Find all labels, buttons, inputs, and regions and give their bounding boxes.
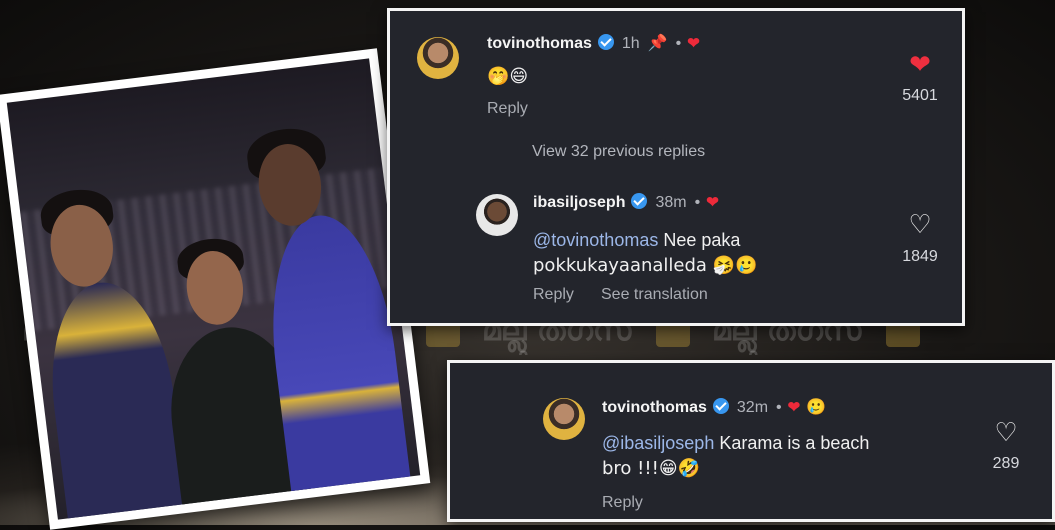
avatar[interactable] <box>476 194 518 236</box>
verified-badge-icon <box>597 34 614 50</box>
dot-separator: • <box>694 194 701 211</box>
avatar[interactable] <box>417 37 459 79</box>
comment-text: 🤭😄 <box>487 66 529 87</box>
photo-frame <box>0 48 431 530</box>
timestamp: 32m <box>736 399 769 416</box>
reply-button[interactable]: Reply <box>602 494 643 512</box>
like-count: 5401 <box>902 87 938 104</box>
comments-panel-top: tovinothomas 1h 📌 • ❤ 🤭😄 Reply ❤ 5401 View 3… <box>387 8 965 326</box>
timestamp: 38m <box>655 194 687 211</box>
reply-button[interactable]: Reply <box>487 100 528 118</box>
like-count: 1849 <box>902 248 938 265</box>
comment-header: tovinothomas 1h 📌 • ❤ <box>487 33 700 53</box>
mention-link[interactable]: @ibasiljoseph <box>602 433 714 453</box>
comment-text-part: bro !!!😁🤣 <box>602 458 700 479</box>
comment-text-part: Karama is a beach <box>714 433 870 453</box>
comment-text: @ibasiljoseph Karama is a beach bro !!!😁… <box>602 431 869 481</box>
creator-reaction-icon: 🥲 <box>806 397 827 416</box>
like-heart-outline-icon[interactable]: ♡ <box>890 211 950 237</box>
username[interactable]: tovinothomas <box>602 399 707 416</box>
comment-header: tovinothomas 32m • ❤ 🥲 <box>602 397 826 417</box>
dot-separator: • <box>776 399 782 416</box>
like-heart-outline-icon[interactable]: ♡ <box>976 419 1036 445</box>
like-count: 289 <box>992 455 1020 472</box>
comment-text-part: pokkukayaanalleda 🤧🥲 <box>533 255 758 276</box>
creator-liked-heart-icon: ❤ <box>787 399 801 416</box>
pin-icon: 📌 <box>647 35 668 52</box>
mention-link[interactable]: @tovinothomas <box>533 230 658 250</box>
like-heart-icon[interactable]: ❤ <box>890 51 950 77</box>
timestamp: 1h <box>621 35 640 52</box>
creator-liked-heart-icon: ❤ <box>687 35 700 52</box>
comments-panel-bottom: tovinothomas 32m • ❤ 🥲 @ibasiljoseph Karama … <box>447 360 1055 522</box>
dot-separator: • <box>675 35 682 52</box>
comment-header: ibasiljoseph 38m • ❤ <box>533 193 719 212</box>
photo <box>6 58 421 520</box>
avatar[interactable] <box>543 398 585 440</box>
verified-badge-icon <box>631 193 648 209</box>
username[interactable]: ibasiljoseph <box>533 194 625 211</box>
view-previous-replies-button[interactable]: View 32 previous replies <box>532 143 705 161</box>
username[interactable]: tovinothomas <box>487 35 592 52</box>
reply-button[interactable]: Reply <box>533 286 574 304</box>
verified-badge-icon <box>712 398 729 414</box>
creator-liked-heart-icon: ❤ <box>706 194 719 211</box>
comment-text: @tovinothomas Nee paka pokkukayaanalleda… <box>533 228 758 278</box>
see-translation-button[interactable]: See translation <box>601 286 708 304</box>
comment-text-part: Nee paka <box>658 230 741 250</box>
